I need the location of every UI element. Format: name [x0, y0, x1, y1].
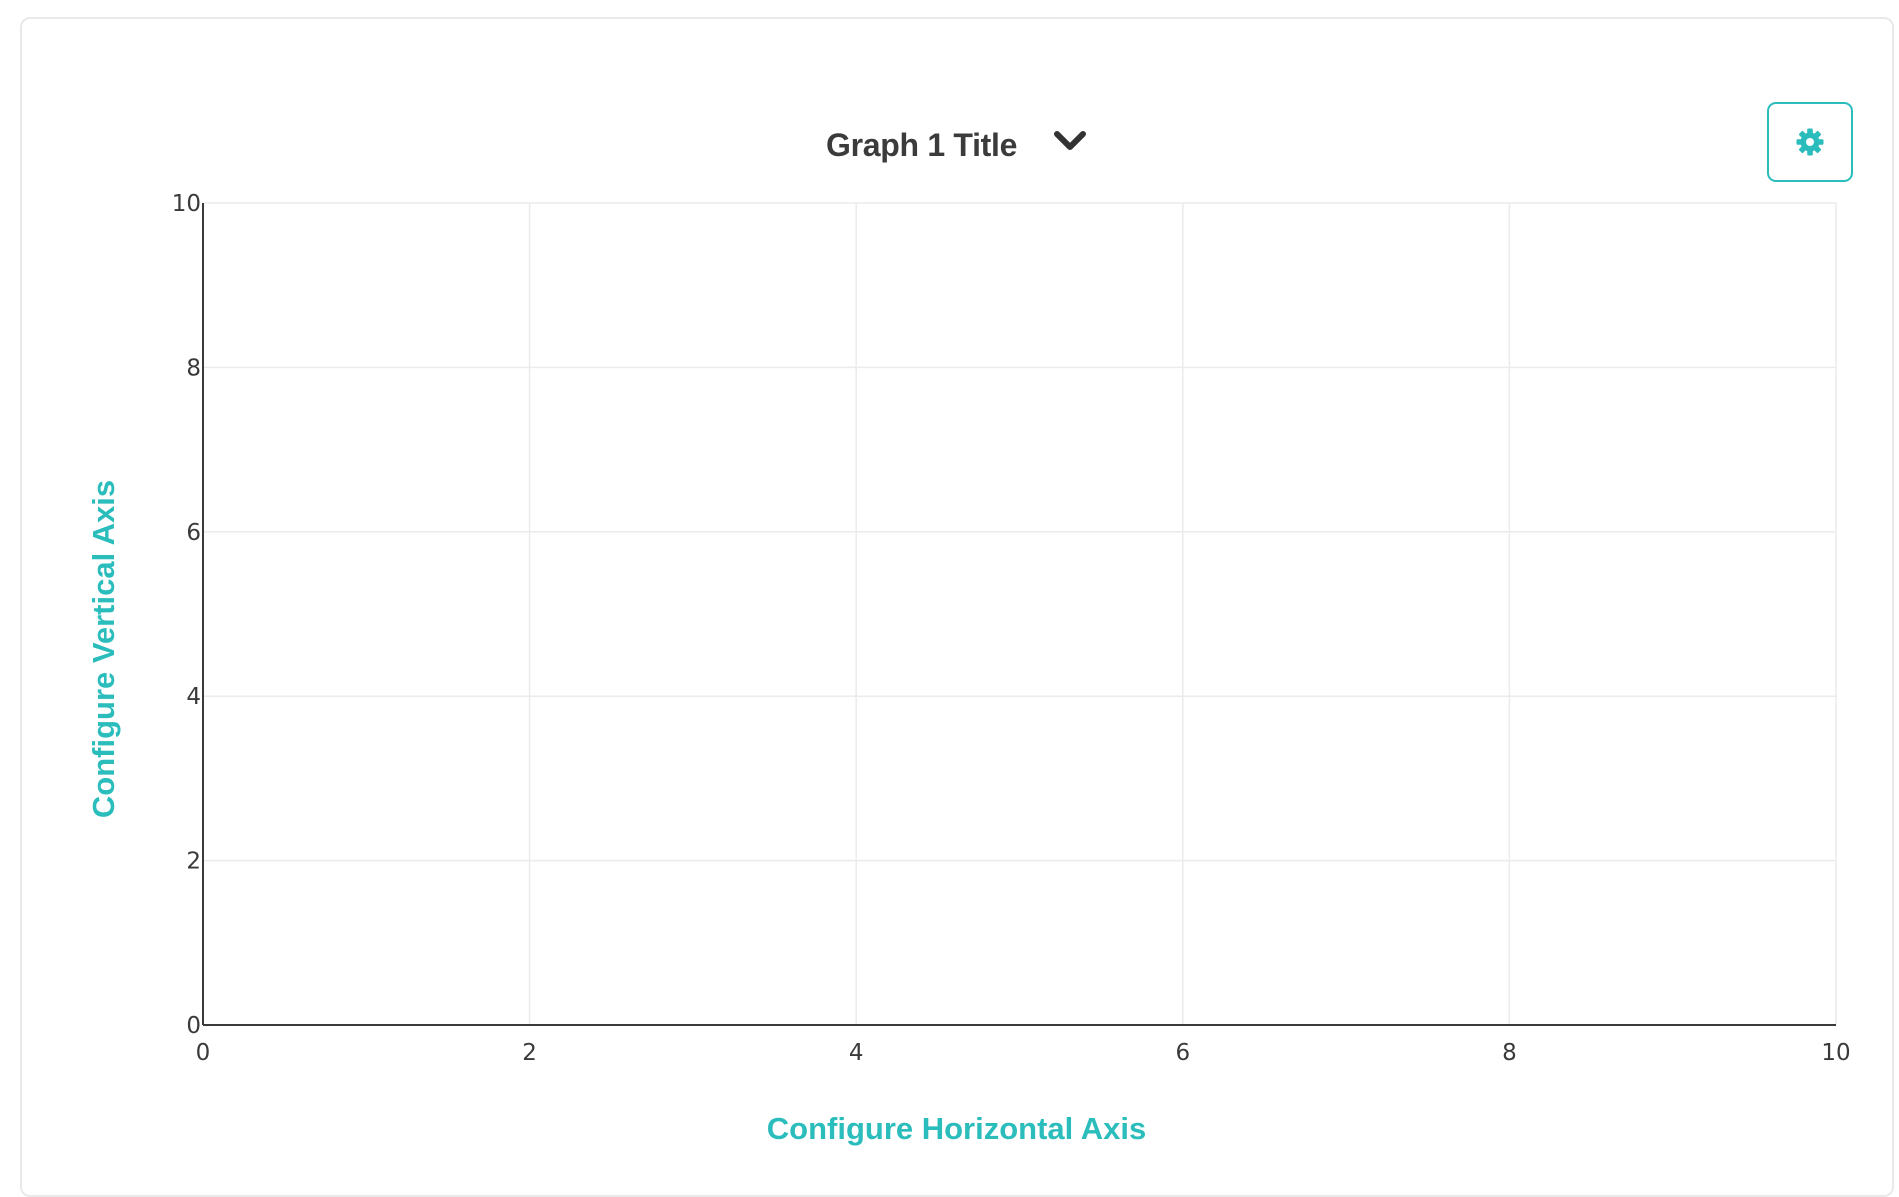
x-tick-label: 0 [196, 1040, 211, 1066]
x-tick-label: 8 [1502, 1040, 1517, 1066]
y-tick-label: 2 [186, 849, 201, 875]
grid-lines [203, 202, 1837, 1025]
axes [202, 203, 1836, 1026]
x-tick-label: 10 [1821, 1040, 1850, 1066]
chart-plot: 0 2 4 6 8 10 0 2 4 6 8 10 Configure Horizontal Axis… [86, 191, 1851, 1146]
y-tick-label: 4 [186, 684, 201, 710]
tick-labels: 0 2 4 6 8 10 0 2 4 6 8 10 [172, 191, 1851, 1066]
x-tick-label: 4 [849, 1040, 864, 1066]
x-tick-label: 6 [1175, 1040, 1190, 1066]
y-tick-label: 6 [186, 520, 201, 546]
y-axis-title[interactable]: Configure Vertical Axis [86, 480, 121, 818]
x-axis-title[interactable]: Configure Horizontal Axis [767, 1111, 1146, 1146]
x-tick-label: 2 [522, 1040, 537, 1066]
y-tick-label: 8 [186, 355, 201, 381]
y-tick-label: 0 [186, 1013, 201, 1039]
y-tick-label: 10 [172, 191, 201, 217]
